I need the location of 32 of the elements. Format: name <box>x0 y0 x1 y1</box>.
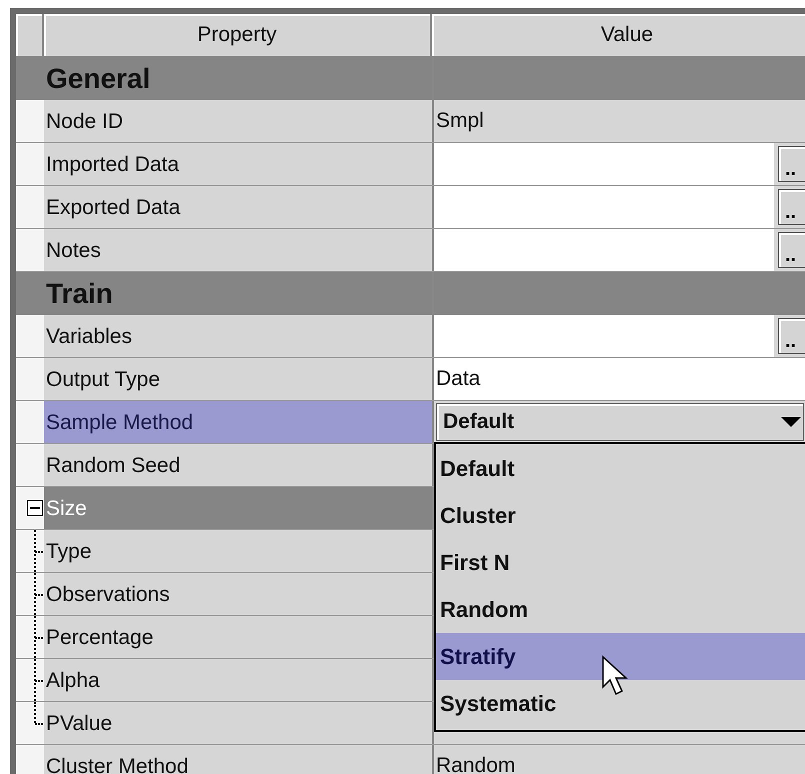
column-header[interactable]: Property <box>44 14 432 56</box>
cursor-icon <box>601 655 631 697</box>
section-header: General <box>45 62 152 96</box>
ellipsis-button[interactable]: .. <box>778 146 805 182</box>
collapse-icon[interactable] <box>27 500 43 516</box>
value-field[interactable] <box>434 186 774 228</box>
ellipsis-button[interactable]: .. <box>778 189 805 225</box>
value-field[interactable] <box>434 143 774 185</box>
property-label[interactable]: Sample Method <box>44 401 432 443</box>
row-header <box>16 315 44 357</box>
value-field[interactable]: Data <box>434 358 805 400</box>
ellipsis-button[interactable]: .. <box>778 232 805 268</box>
section-header: Train <box>45 276 114 310</box>
dropdown-option[interactable]: Cluster <box>436 492 805 539</box>
dropdown-arrow-icon <box>781 417 801 427</box>
value-field[interactable] <box>434 315 774 357</box>
dropdown-option[interactable]: First N <box>436 539 805 586</box>
row-header <box>16 401 44 443</box>
combo-box[interactable]: Default <box>436 403 804 441</box>
column-header[interactable]: Value <box>432 14 805 56</box>
dropdown-option[interactable]: Stratify <box>436 633 805 680</box>
row-header <box>16 358 44 400</box>
dropdown-option[interactable]: Default <box>436 445 805 492</box>
property-label[interactable]: Size <box>44 487 432 529</box>
value-field[interactable] <box>434 229 774 271</box>
row-header <box>16 143 44 185</box>
row-header <box>16 186 44 228</box>
row-header <box>16 229 44 271</box>
ellipsis-button[interactable]: .. <box>778 318 805 354</box>
row-header <box>16 100 44 142</box>
dropdown-option[interactable]: Random <box>436 586 805 633</box>
dropdown-option[interactable]: Systematic <box>436 680 805 727</box>
